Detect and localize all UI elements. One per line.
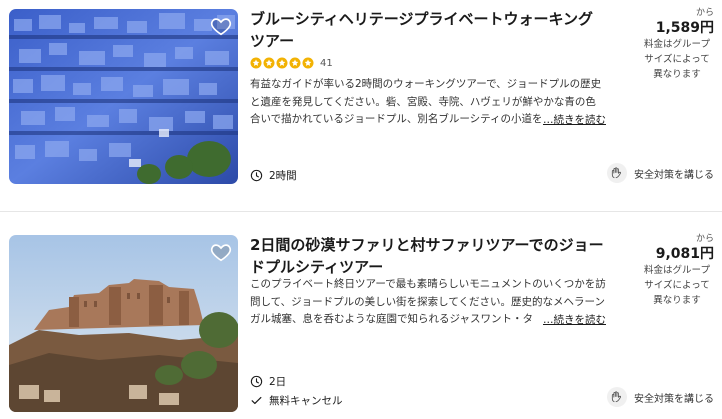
divider — [0, 211, 722, 212]
read-more-link[interactable]: …続きを読む — [541, 111, 606, 129]
listing-description: 有益なガイドが率いる2時間のウォーキングツアーで、ジョードプルの歴史と遺産を発見… — [250, 76, 606, 129]
free-cancellation: 無料キャンセル — [250, 393, 343, 408]
favorite-heart-icon[interactable] — [210, 241, 232, 263]
star-icon — [289, 57, 301, 69]
price-prefix: から — [695, 8, 714, 18]
duration-text: 2時間 — [269, 170, 297, 182]
rating-count: 41 — [320, 57, 333, 69]
listing-description: このプライベート終日ツアーで最も素晴らしいモニュメントのいくつかを訪問して、ジョ… — [250, 276, 606, 329]
star-icon — [276, 57, 288, 69]
fort-photo — [9, 235, 238, 412]
star-icon — [263, 57, 275, 69]
star-icon — [302, 57, 314, 69]
star-icon — [250, 57, 262, 69]
duration: 2日 — [250, 374, 286, 389]
cancellation-text: 無料キャンセル — [269, 395, 343, 407]
hand-sanitize-icon — [607, 387, 627, 407]
price-note: 料金はグループサイズによって異なります — [644, 265, 710, 306]
price-prefix: から — [695, 234, 714, 244]
price-block: から 9,081円 料金はグループサイズによって異なります — [634, 233, 714, 308]
listing-title[interactable]: ブルーシティヘリテージプライベートウォーキングツアー — [250, 8, 605, 52]
safety-measures: 安全対策を講じる — [607, 163, 714, 183]
favorite-heart-icon[interactable] — [210, 15, 232, 37]
listing-title[interactable]: 2日間の砂漠サファリと村サファリツアーでのジョードプルシティツアー — [250, 234, 605, 278]
listing-card[interactable]: ブルーシティヘリテージプライベートウォーキングツアー 41 有益なガイドが率いる… — [0, 0, 722, 200]
price-block: から 1,589円 料金はグループサイズによって異なります — [634, 7, 714, 82]
safety-text: 安全対策を講じる — [634, 169, 714, 181]
rating: 41 — [250, 56, 333, 70]
price-note: 料金はグループサイズによって異なります — [644, 39, 710, 80]
price: 1,589円 — [655, 20, 714, 36]
listing-image[interactable] — [9, 9, 238, 184]
duration: 2時間 — [250, 168, 297, 183]
read-more-link[interactable]: …続きを読む — [541, 311, 606, 329]
duration-text: 2日 — [269, 376, 287, 388]
hand-sanitize-icon — [607, 163, 627, 183]
blue-city-photo — [9, 9, 238, 184]
clock-icon — [250, 375, 263, 388]
clock-icon — [250, 169, 263, 182]
safety-text: 安全対策を講じる — [634, 393, 714, 405]
safety-measures: 安全対策を講じる — [607, 387, 714, 407]
price: 9,081円 — [655, 246, 714, 262]
listing-card[interactable]: 2日間の砂漠サファリと村サファリツアーでのジョードプルシティツアー このプライベ… — [0, 224, 722, 419]
listing-image[interactable] — [9, 235, 238, 412]
checkmark-icon — [251, 396, 262, 405]
rating-stars — [250, 57, 314, 69]
